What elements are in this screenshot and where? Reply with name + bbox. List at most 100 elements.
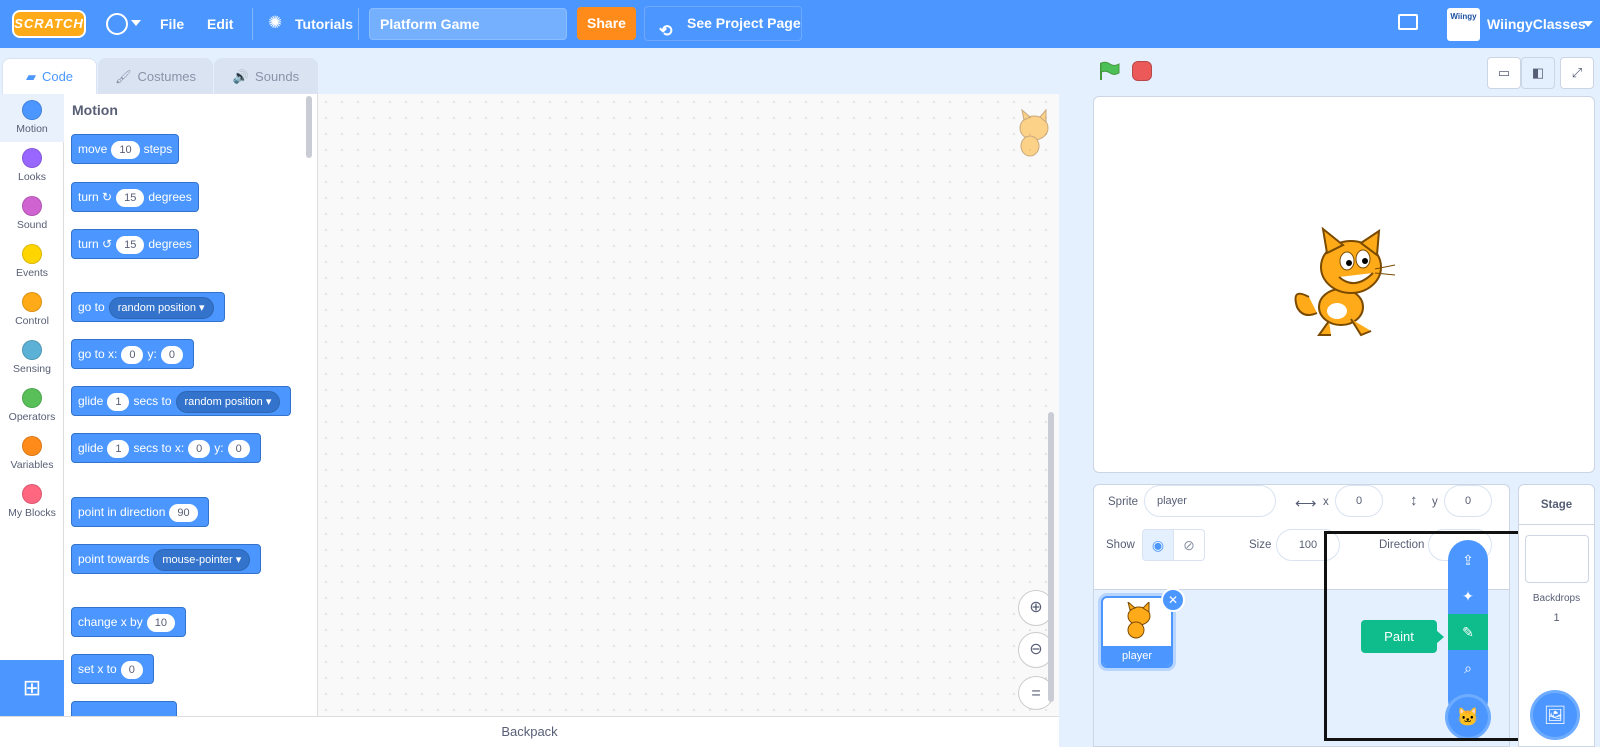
category-looks[interactable]: Looks bbox=[0, 142, 64, 190]
block-glide-to[interactable]: glide 1 secs to random position ▾ bbox=[71, 386, 292, 416]
tab-sounds[interactable]: 🔊 Sounds bbox=[214, 58, 318, 94]
category-label: Operators bbox=[8, 411, 56, 423]
annotation-highlight-box bbox=[1324, 531, 1525, 741]
edit-menu[interactable]: Edit bbox=[207, 0, 233, 48]
stop-icon[interactable] bbox=[1132, 61, 1152, 81]
category-dot bbox=[22, 100, 42, 120]
block-point-towards[interactable]: point towards mouse-pointer ▾ bbox=[71, 544, 262, 574]
block-text: change x by bbox=[78, 615, 143, 629]
script-area[interactable]: ⊕ ⊖ = bbox=[318, 94, 1059, 716]
block-point-direction[interactable]: point in direction 90 bbox=[71, 497, 209, 527]
cat-sprite-thumbnail bbox=[1127, 602, 1151, 639]
delete-sprite-button[interactable]: ✕ bbox=[1161, 588, 1185, 612]
green-flag-icon[interactable] bbox=[1098, 61, 1120, 81]
username-label[interactable]: WiingyClasses bbox=[1487, 0, 1586, 48]
block-dropdown[interactable]: mouse-pointer ▾ bbox=[153, 549, 251, 571]
file-menu[interactable]: File bbox=[160, 0, 184, 48]
small-stage-button[interactable]: ▭ bbox=[1487, 57, 1521, 89]
block-input[interactable]: 10 bbox=[111, 141, 140, 159]
block-input[interactable]: 0 bbox=[188, 440, 211, 458]
category-label: Sound bbox=[16, 219, 48, 231]
block-text: glide bbox=[78, 441, 104, 455]
category-dot bbox=[22, 148, 42, 168]
chevron-down-icon[interactable] bbox=[131, 20, 141, 26]
category-variables[interactable]: Variables bbox=[0, 430, 64, 478]
tab-code[interactable]: ▰ Code bbox=[2, 58, 97, 95]
block-input[interactable]: 0 bbox=[160, 346, 183, 364]
see-project-page-button[interactable]: ⟲ See Project Page bbox=[644, 6, 802, 41]
block-input[interactable]: 90 bbox=[169, 504, 198, 522]
cat-sprite[interactable] bbox=[1289, 227, 1399, 339]
menu-divider bbox=[252, 8, 253, 40]
globe-icon[interactable] bbox=[106, 13, 128, 35]
tab-costumes[interactable]: 🖌 Costumes bbox=[98, 58, 213, 94]
scratch-logo[interactable]: SCRATCH bbox=[12, 10, 86, 38]
block-go-to-xy[interactable]: go to x: 0 y: 0 bbox=[71, 339, 194, 369]
block-move-steps[interactable]: move 10 steps bbox=[71, 134, 180, 164]
category-control[interactable]: Control bbox=[0, 286, 64, 334]
script-scrollbar[interactable] bbox=[1048, 412, 1054, 702]
sprite-name-input[interactable]: player bbox=[1144, 485, 1276, 517]
show-sprite-button[interactable]: ◉ bbox=[1142, 529, 1174, 561]
block-input[interactable]: 0 bbox=[120, 661, 143, 679]
avatar[interactable]: Wiingy bbox=[1447, 8, 1480, 41]
category-sensing[interactable]: Sensing bbox=[0, 334, 64, 382]
category-operators[interactable]: Operators bbox=[0, 382, 64, 430]
y-label: y bbox=[1432, 496, 1438, 508]
block-input[interactable]: 0 bbox=[121, 346, 144, 364]
add-extension-button[interactable]: ⊞ bbox=[0, 660, 64, 716]
chevron-down-icon[interactable] bbox=[1583, 21, 1593, 27]
image-plus-icon: 🖼 bbox=[1543, 705, 1567, 725]
block-glide-xy[interactable]: glide 1 secs to x: 0 y: 0 bbox=[71, 433, 261, 463]
horizontal-arrows-icon: ⟷ bbox=[1295, 495, 1317, 512]
block-dropdown[interactable]: random position ▾ bbox=[108, 297, 214, 319]
trash-icon: ✕ bbox=[1167, 593, 1179, 607]
add-extension-icon: ⊞ bbox=[22, 675, 42, 700]
y-input[interactable]: 0 bbox=[1444, 485, 1492, 517]
block-turn-right[interactable]: turn ↻ 15 degrees bbox=[71, 182, 199, 212]
block-go-to[interactable]: go to random position ▾ bbox=[71, 292, 225, 322]
vertical-arrows-icon: ↕ bbox=[1410, 492, 1418, 509]
category-events[interactable]: Events bbox=[0, 238, 64, 286]
block-text: steps bbox=[143, 142, 173, 156]
block-input[interactable]: 10 bbox=[146, 614, 175, 632]
stage-thumbnail[interactable] bbox=[1525, 535, 1589, 583]
equals-icon: = bbox=[1031, 685, 1041, 702]
block-turn-left[interactable]: turn ↺ 15 degrees bbox=[71, 229, 199, 259]
block-input[interactable]: 1 bbox=[107, 393, 130, 411]
lightbulb-icon[interactable]: ✺ bbox=[268, 13, 282, 33]
block-input[interactable]: 1 bbox=[107, 440, 130, 458]
category-my-blocks[interactable]: My Blocks bbox=[0, 478, 64, 526]
tutorials-menu[interactable]: Tutorials bbox=[295, 0, 353, 48]
category-label: My Blocks bbox=[8, 507, 56, 519]
hide-sprite-button[interactable]: ⊘ bbox=[1173, 529, 1205, 561]
block-input[interactable]: 15 bbox=[116, 236, 145, 254]
zoom-in-icon: ⊕ bbox=[1029, 599, 1043, 616]
block-dropdown[interactable]: random position ▾ bbox=[175, 391, 281, 413]
block-input[interactable]: 15 bbox=[116, 189, 145, 207]
fullscreen-icon: ⤢ bbox=[1571, 65, 1583, 80]
tab-code-label: Code bbox=[41, 69, 74, 84]
fullscreen-button[interactable]: ⤢ bbox=[1560, 57, 1594, 89]
size-label: Size bbox=[1249, 539, 1272, 551]
block-set-x[interactable]: set x to 0 bbox=[71, 654, 154, 684]
block-change-x[interactable]: change x by 10 bbox=[71, 607, 186, 637]
category-label: Control bbox=[15, 315, 49, 327]
category-sound[interactable]: Sound bbox=[0, 190, 64, 238]
palette-scrollbar[interactable] bbox=[306, 96, 312, 158]
block-input[interactable]: 0 bbox=[227, 440, 250, 458]
sprite-name-label: Sprite bbox=[1108, 496, 1139, 508]
share-button[interactable]: Share bbox=[577, 7, 636, 40]
project-title-input[interactable]: Platform Game bbox=[369, 8, 567, 40]
block-partial[interactable] bbox=[71, 701, 177, 716]
category-motion[interactable]: Motion bbox=[0, 94, 64, 142]
backdrops-count: 1 bbox=[1553, 612, 1560, 624]
stage-canvas[interactable] bbox=[1093, 96, 1595, 473]
x-input[interactable]: 0 bbox=[1335, 485, 1383, 517]
folder-icon[interactable] bbox=[1398, 14, 1418, 30]
block-text: y: bbox=[147, 347, 157, 361]
category-dot bbox=[22, 196, 42, 216]
backpack-bar[interactable]: Backpack bbox=[0, 716, 1059, 747]
add-backdrop-button[interactable]: 🖼 bbox=[1530, 690, 1580, 740]
large-stage-button[interactable]: ◧ bbox=[1521, 57, 1555, 89]
